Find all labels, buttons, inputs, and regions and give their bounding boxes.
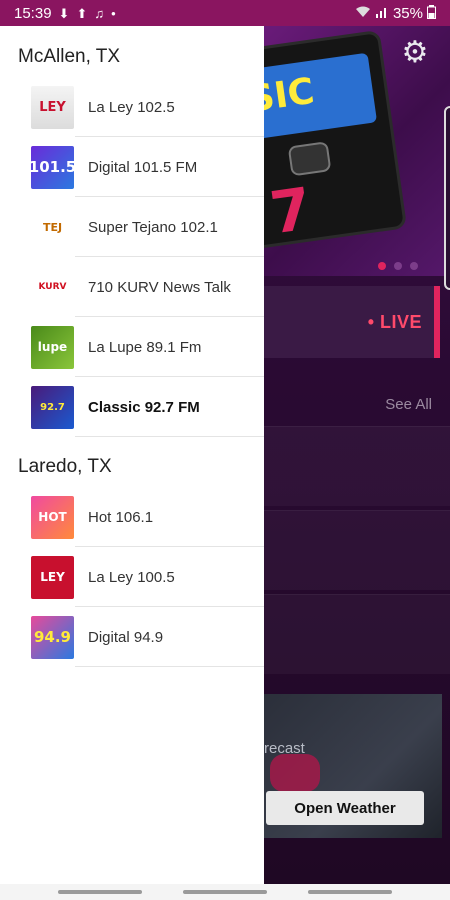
station-item-la-ley-102-5[interactable]: LEY La Ley 102.5 [0, 77, 264, 137]
weather-card: recast Open Weather [264, 694, 442, 838]
city-header: McAllen, TX [18, 46, 121, 67]
station-name: Digital 94.9 [88, 628, 164, 646]
station-logo: KURV [31, 265, 74, 309]
carousel-dot[interactable] [410, 262, 418, 270]
live-label: • LIVE [367, 311, 422, 332]
download-icon: ⬇ [58, 5, 70, 21]
carousel-dot[interactable] [394, 262, 402, 270]
station-logo: HOT [31, 495, 74, 539]
station-name: Hot 106.1 [88, 508, 154, 526]
station-name: Super Tejano 102.1 [88, 218, 218, 236]
list-item[interactable] [264, 426, 450, 506]
station-logo: LEY [31, 85, 74, 129]
station-logo: lupe [31, 325, 74, 369]
system-nav-bar [0, 884, 450, 900]
cassette-graphic: SIC 7 [264, 29, 408, 251]
status-time: 15:39 [14, 4, 52, 22]
station-item-kurv[interactable]: KURV 710 KURV News Talk [0, 257, 264, 317]
reel-icon [287, 141, 332, 177]
station-logo: 101.5 [31, 145, 74, 189]
gear-icon[interactable]: ⚙ [400, 38, 430, 68]
station-item-hot-106-1[interactable]: HOT Hot 106.1 [0, 487, 264, 547]
station-item-digital-94-9[interactable]: 94.9 Digital 94.9 [0, 607, 264, 667]
music-note-icon: ♫ [94, 5, 105, 21]
hero-number: 7 [266, 174, 316, 248]
station-logo: 94.9 [31, 615, 74, 659]
list-item[interactable] [264, 510, 450, 590]
dot-icon: • [111, 5, 116, 21]
weather-text: recast [264, 740, 305, 757]
hero-banner[interactable]: SIC 7 ⚙ [264, 26, 450, 276]
weather-graphic [270, 754, 320, 792]
station-logo: TEJ [31, 205, 74, 249]
station-logo: LEY [31, 555, 74, 599]
upload-icon: ⬆ [76, 5, 88, 21]
city-header: Laredo, TX [18, 456, 112, 477]
carousel-dots [378, 262, 418, 270]
station-item-la-ley-100-5[interactable]: LEY La Ley 100.5 [0, 547, 264, 607]
status-bar: 15:39 ⬇ ⬆ ♫ • 35% [0, 0, 450, 26]
nav-recents-pill[interactable] [308, 890, 392, 894]
station-item-digital-101-5[interactable]: 101.5 Digital 101.5 FM [0, 137, 264, 197]
station-name-selected: Classic 92.7 FM [88, 398, 200, 416]
wifi-icon [355, 6, 371, 20]
battery-icon [427, 5, 436, 21]
signal-icon [375, 6, 389, 20]
open-weather-button[interactable]: Open Weather [266, 791, 424, 825]
battery-percent: 35% [392, 4, 423, 22]
navigation-drawer: McAllen, TX LEY La Ley 102.5 101.5 Digit… [0, 26, 264, 884]
station-item-super-tejano[interactable]: TEJ Super Tejano 102.1 [0, 197, 264, 257]
station-name: 710 KURV News Talk [88, 278, 231, 296]
hero-label: SIC [264, 52, 378, 141]
nav-back-pill[interactable] [58, 890, 142, 894]
next-card-edge[interactable] [444, 106, 450, 290]
station-name: Digital 101.5 FM [88, 158, 198, 176]
list-item[interactable] [264, 594, 450, 674]
divider [75, 666, 264, 667]
station-name: La Ley 102.5 [88, 98, 175, 116]
see-all-link[interactable]: See All [385, 396, 432, 413]
live-player-bar[interactable]: • LIVE [264, 286, 440, 358]
station-name: La Lupe 89.1 Fm [88, 338, 202, 356]
divider [75, 436, 264, 437]
station-name: La Ley 100.5 [88, 568, 175, 586]
station-logo: 92.7 [31, 385, 74, 429]
station-item-classic-92-7[interactable]: 92.7 Classic 92.7 FM [0, 377, 264, 437]
nav-home-pill[interactable] [183, 890, 267, 894]
station-item-la-lupe[interactable]: lupe La Lupe 89.1 Fm [0, 317, 264, 377]
carousel-dot-active[interactable] [378, 262, 386, 270]
